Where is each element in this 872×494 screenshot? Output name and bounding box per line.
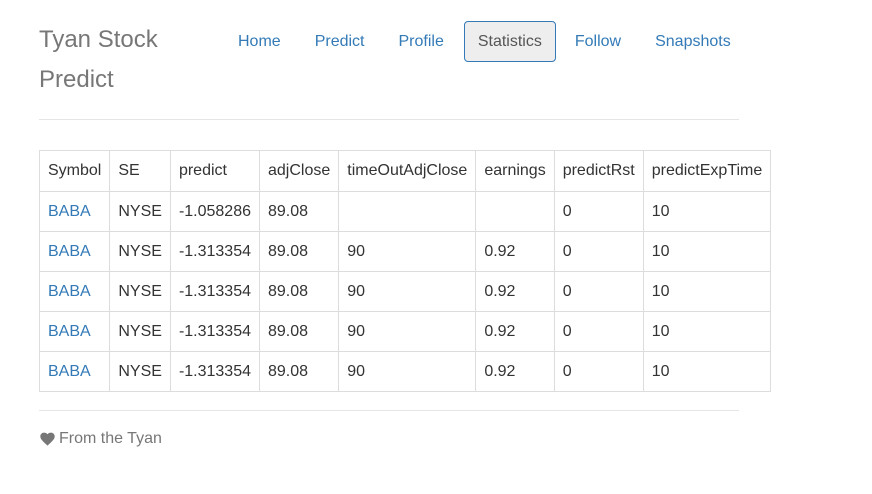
symbol-link[interactable]: BABA: [48, 363, 91, 380]
nav-home[interactable]: Home: [221, 21, 298, 62]
cell-symbol: BABA: [38, 311, 111, 352]
column-header: predictRst: [553, 150, 644, 192]
cell-se: NYSE: [109, 311, 171, 352]
column-header: predict: [169, 150, 261, 192]
page: Tyan Stock Predict Home Predict Profile …: [0, 0, 872, 494]
cell-predictrst: 0: [553, 271, 644, 312]
cell-se: NYSE: [109, 191, 171, 232]
cell-se: NYSE: [109, 271, 171, 312]
column-header: earnings: [475, 150, 555, 192]
cell-predictexptime: 10: [642, 191, 772, 232]
header-divider: [39, 119, 739, 120]
cell-symbol: BABA: [38, 191, 111, 232]
cell-predictexptime: 10: [642, 271, 772, 312]
nav-statistics[interactable]: Statistics: [463, 21, 556, 62]
cell-earnings: 0.92: [475, 271, 555, 312]
column-header: SE: [109, 150, 171, 192]
cell-predict: -1.313354: [169, 351, 261, 392]
cell-symbol: BABA: [38, 231, 111, 272]
cell-adjclose: 89.08: [258, 351, 340, 392]
cell-predictrst: 0: [553, 351, 644, 392]
table-row: BABA NYSE -1.313354 89.08 90 0.92 0 10: [38, 351, 772, 392]
cell-earnings: 0.92: [475, 231, 555, 272]
symbol-link[interactable]: BABA: [48, 203, 91, 220]
cell-predictexptime: 10: [642, 311, 772, 352]
nav-predict[interactable]: Predict: [298, 21, 382, 62]
column-header: predictExpTime: [642, 150, 772, 192]
symbol-link[interactable]: BABA: [48, 323, 91, 340]
column-header: adjClose: [258, 150, 340, 192]
cell-predictrst: 0: [553, 191, 644, 232]
cell-predictexptime: 10: [642, 231, 772, 272]
cell-earnings: 0.92: [475, 351, 555, 392]
footer-text: From the Tyan: [59, 430, 162, 447]
table-row: BABA NYSE -1.058286 89.08 0 10: [38, 191, 772, 232]
table-row: BABA NYSE -1.313354 89.08 90 0.92 0 10: [38, 311, 772, 352]
nav-profile[interactable]: Profile: [381, 21, 460, 62]
cell-adjclose: 89.08: [258, 271, 340, 312]
footer-divider: [39, 410, 739, 411]
cell-predict: -1.058286: [169, 191, 261, 232]
cell-timeoutadjclose: [338, 191, 477, 232]
symbol-link[interactable]: BABA: [48, 243, 91, 260]
table-header-row: Symbol SE predict adjClose timeOutAdjClo…: [38, 150, 772, 192]
cell-predictrst: 0: [553, 311, 644, 352]
cell-timeoutadjclose: 90: [338, 351, 477, 392]
cell-adjclose: 89.08: [258, 231, 340, 272]
table-row: BABA NYSE -1.313354 89.08 90 0.92 0 10: [38, 231, 772, 272]
cell-adjclose: 89.08: [258, 311, 340, 352]
column-header: Symbol: [38, 150, 111, 192]
cell-predict: -1.313354: [169, 231, 261, 272]
cell-symbol: BABA: [38, 351, 111, 392]
table-row: BABA NYSE -1.313354 89.08 90 0.92 0 10: [38, 271, 772, 312]
cell-predictrst: 0: [553, 231, 644, 272]
heart-icon: [40, 432, 55, 446]
brand-title[interactable]: Tyan Stock Predict: [39, 20, 209, 100]
cell-timeoutadjclose: 90: [338, 231, 477, 272]
cell-predictexptime: 10: [642, 351, 772, 392]
cell-se: NYSE: [109, 231, 171, 272]
nav-follow[interactable]: Follow: [558, 21, 638, 62]
footer: From the Tyan: [40, 430, 162, 448]
main-nav: Home Predict Profile Statistics Follow S…: [221, 21, 748, 62]
cell-earnings: 0.92: [475, 311, 555, 352]
cell-predict: -1.313354: [169, 271, 261, 312]
cell-timeoutadjclose: 90: [338, 271, 477, 312]
cell-predict: -1.313354: [169, 311, 261, 352]
cell-earnings: [475, 191, 555, 232]
cell-se: NYSE: [109, 351, 171, 392]
symbol-link[interactable]: BABA: [48, 283, 91, 300]
cell-symbol: BABA: [38, 271, 111, 312]
cell-timeoutadjclose: 90: [338, 311, 477, 352]
column-header: timeOutAdjClose: [338, 150, 477, 192]
nav-snapshots[interactable]: Snapshots: [638, 21, 748, 62]
cell-adjclose: 89.08: [258, 191, 340, 232]
statistics-table: Symbol SE predict adjClose timeOutAdjClo…: [38, 150, 772, 392]
